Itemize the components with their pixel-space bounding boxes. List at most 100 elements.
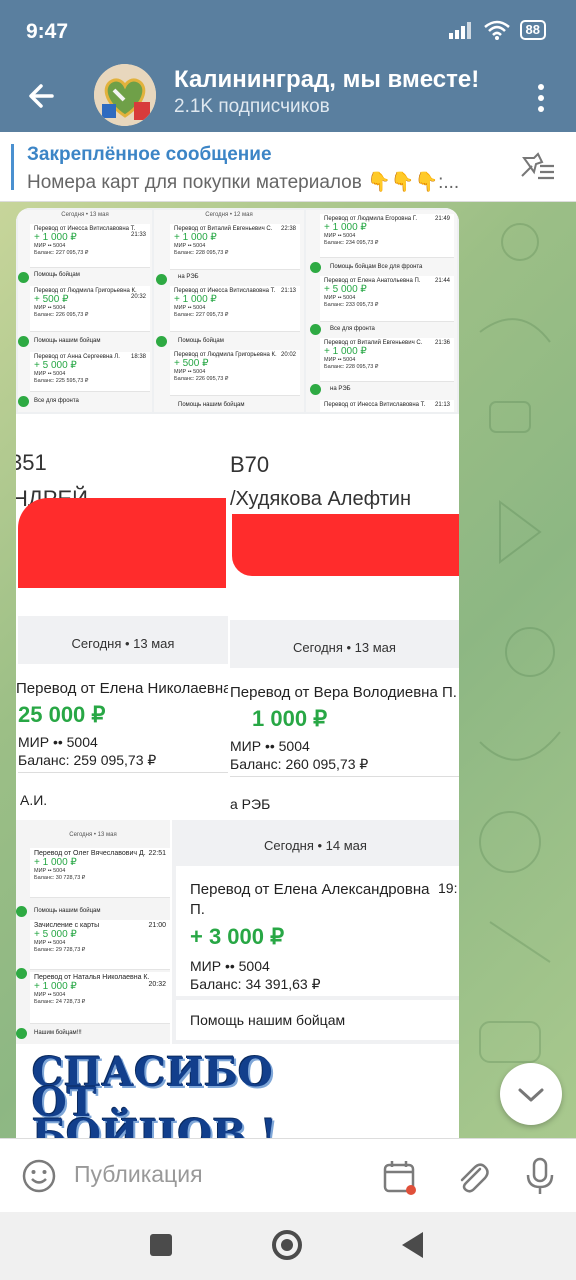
attach-paperclip-icon[interactable] (452, 1157, 492, 1197)
transaction-note: Нашим бойцам!!! (34, 1030, 82, 1036)
balance: Баланс: 226 095,73 ₽ (174, 376, 229, 382)
system-nav-bar (0, 1212, 576, 1280)
card-number: МИР •• 5004 (174, 243, 206, 249)
signal-icon (448, 22, 471, 39)
balance: Баланс: 29 728,73 ₽ (34, 947, 86, 953)
transaction-amount: 25 000 ₽ (18, 702, 106, 727)
transaction-note: Помощь нашим бойцам (34, 908, 101, 914)
date-header: Сегодня • 14 мая (264, 838, 367, 853)
transaction-note: Помощь нашим бойцам (178, 402, 245, 408)
nav-back-icon[interactable] (402, 1232, 423, 1258)
transaction-time: 20:32 (148, 981, 166, 988)
transaction-time: 21:49 (434, 216, 450, 222)
thanks-image[interactable]: СПАСИБО ОТ БОЙЦОВ ! (16, 1046, 459, 1138)
back-arrow-icon[interactable] (22, 76, 62, 116)
card-holder-name: /Худякова Алефтин (230, 488, 411, 510)
transaction-card: Перевод от Наталья Николаевна К. 20:32 +… (30, 972, 170, 1024)
transaction-card: Перевод от Людмила Егоровна Г. 21:49 + 1… (320, 214, 454, 258)
composer-bar: Публикация (0, 1138, 576, 1212)
transaction-card: Зачисление с карты 21:00 + 5 000 ₽ МИР •… (30, 920, 170, 970)
subscriber-count: 2.1K подписчиков (174, 96, 330, 117)
card-number: МИР •• 5004 (34, 305, 66, 311)
transaction-time: 20:02 (280, 352, 296, 358)
transaction-note: на РЭБ (330, 386, 351, 392)
card-number: МИР •• 5004 (18, 734, 98, 750)
transaction-amount: + 3 000 ₽ (190, 924, 285, 949)
post-bubble[interactable]: Сегодня • 13 мая Перевод от Инесса Витис… (16, 208, 459, 1138)
check-icon (18, 272, 29, 283)
check-icon (18, 336, 29, 347)
date-header: Сегодня • 13 мая (61, 212, 109, 218)
emoji-icon[interactable] (20, 1157, 58, 1195)
date-header: Сегодня • 13 мая (69, 832, 117, 838)
transaction-amount: + 5 000 ₽ (324, 284, 367, 295)
more-vertical-icon[interactable] (526, 78, 556, 118)
check-icon (310, 324, 321, 335)
balance: Баланс: 227 095,73 ₽ (34, 250, 89, 256)
recents-icon[interactable] (150, 1234, 172, 1256)
transaction-amount: + 1 000 ₽ (34, 857, 77, 868)
photo-collage-3[interactable]: Сегодня • 13 мая Перевод от Олег Вячесла… (16, 820, 459, 1044)
check-icon (16, 968, 27, 979)
scroll-down-button[interactable] (500, 1063, 562, 1125)
transaction-note: Помощь бойцам (34, 272, 80, 278)
card-number: МИР •• 5004 (174, 305, 206, 311)
redaction-block (18, 498, 226, 588)
transaction-card: Перевод от Анна Сергеевна Л. 18:38 + 5 0… (30, 352, 150, 392)
balance: Баланс: 259 095,73 ₽ (18, 752, 157, 768)
transaction-amount: + 5 000 ₽ (34, 929, 77, 940)
transaction-time: 21:36 (434, 340, 450, 346)
check-icon (156, 274, 167, 285)
transaction-note: Помощь нашим бойцам (34, 338, 101, 344)
transaction-time: 21:13 (280, 288, 296, 294)
chat-area[interactable]: Сегодня • 13 мая Перевод от Инесса Витис… (0, 202, 576, 1138)
transaction-card: Перевод от Виталий Евгеньевич С. 21:36 +… (320, 338, 454, 382)
date-header: Сегодня • 13 мая (293, 640, 396, 655)
pinned-indicator (11, 144, 14, 190)
balance: Баланс: 227 095,73 ₽ (174, 312, 229, 318)
card-number: МИР •• 5004 (34, 992, 66, 998)
balance: Баланс: 30 728,73 ₽ (34, 875, 86, 881)
transaction-time: 21:00 (148, 922, 166, 929)
message-input[interactable]: Публикация (74, 1161, 203, 1188)
doodle-background-icon (479, 223, 561, 1063)
transaction-sender: Перевод от Елена Николаевна А. (16, 680, 228, 697)
transaction-amount: + 1 000 ₽ (324, 222, 367, 233)
transaction-card: Перевод от Инесса Витиславовна Т. 21:33 … (30, 224, 150, 268)
transaction-time: 22:51 (148, 850, 166, 857)
transaction-time: 21:13 (434, 402, 450, 408)
transaction-amount: + 500 ₽ (174, 358, 209, 369)
transaction-note: Помощь нашим бойцам (190, 1012, 346, 1028)
photo-collage-2[interactable]: 351 НДРЕЙ Сегодня • 13 мая Перевод от Ел… (16, 416, 459, 818)
microphone-icon[interactable] (520, 1155, 560, 1197)
transaction-sender: Перевод от Елена Александровна П. (190, 881, 430, 918)
transaction-time: 18:38 (130, 354, 146, 360)
pinned-message-bar[interactable]: Закреплённое сообщение Номера карт для п… (0, 132, 576, 202)
channel-title[interactable]: Калининград, мы вместе! (174, 66, 504, 94)
transaction-card: Перевод от Олег Вячеславович Д. 22:51 + … (30, 848, 170, 898)
status-time: 9:47 (26, 20, 69, 43)
balance: Баланс: 233 095,73 ₽ (324, 302, 379, 308)
balance: Баланс: 24 728,73 ₽ (34, 999, 86, 1005)
balance: Баланс: 228 095,73 ₽ (174, 250, 229, 256)
redaction-block (232, 514, 459, 576)
calendar-schedule-icon[interactable] (380, 1157, 420, 1197)
card-number: МИР •• 5004 (34, 371, 66, 377)
channel-header: Калининград, мы вместе! 2.1K подписчиков (0, 62, 576, 132)
transaction-sender: Перевод от Олег Вячеславович Д. (34, 850, 146, 857)
balance: Баланс: 225 595,73 ₽ (34, 378, 89, 384)
transaction-note: Все для фронта (34, 398, 79, 404)
card-number: МИР •• 5004 (324, 295, 356, 301)
transaction-time: 22:38 (280, 226, 296, 232)
transaction-amount: + 1 000 ₽ (174, 232, 217, 243)
transaction-card: Перевод от Елена Анатольевна П. 21:44 + … (320, 276, 454, 322)
check-icon (18, 396, 29, 407)
photo-collage-1[interactable]: Сегодня • 13 мая Перевод от Инесса Витис… (16, 208, 459, 414)
balance: Баланс: 260 095,73 ₽ (230, 756, 369, 772)
home-icon[interactable] (272, 1230, 302, 1260)
transaction-amount: + 1 000 ₽ (34, 981, 77, 992)
check-icon (16, 1028, 27, 1039)
channel-avatar[interactable] (94, 64, 156, 126)
card-number-tail: В70 (230, 452, 270, 477)
pin-list-icon[interactable] (518, 150, 558, 184)
